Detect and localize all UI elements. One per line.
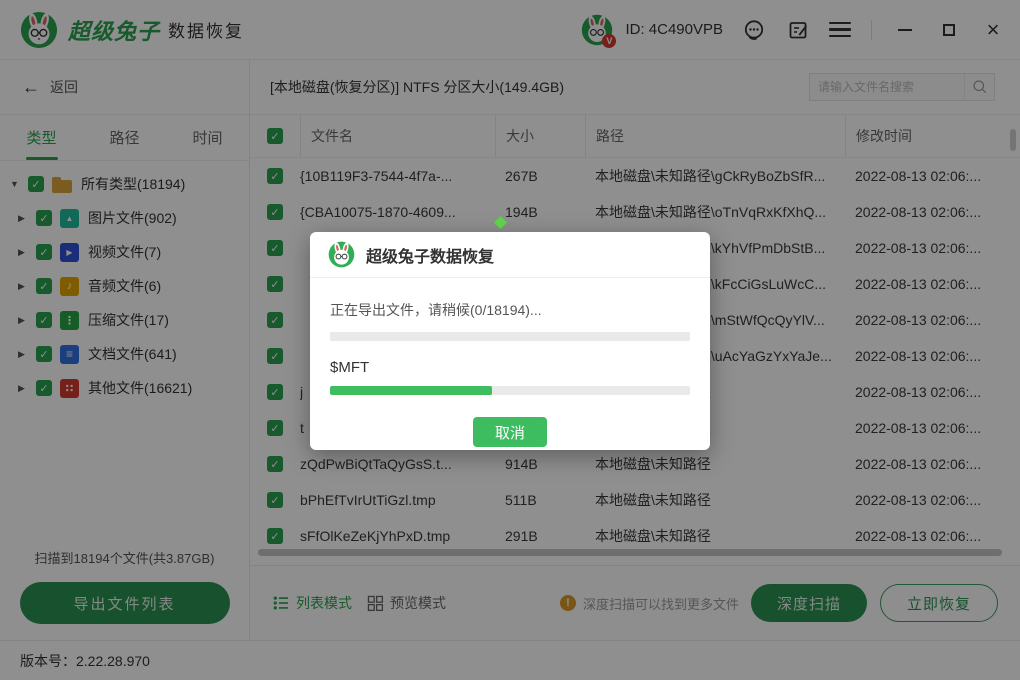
cancel-button[interactable]: 取消: [473, 417, 547, 447]
dialog-logo-rabbit-icon: [328, 241, 355, 268]
export-status-text: 正在导出文件，请稍候(0/18194)...: [330, 300, 690, 320]
overall-progress-bar: [330, 332, 690, 341]
dialog-header: 超级兔子数据恢复: [310, 232, 710, 278]
current-file-label: $MFT: [330, 359, 690, 376]
file-progress-bar: [330, 386, 690, 395]
file-progress-fill: [330, 386, 492, 395]
dialog-body: 正在导出文件，请稍候(0/18194)... $MFT 取消: [310, 300, 710, 447]
dialog-title: 超级兔子数据恢复: [366, 243, 494, 267]
export-progress-dialog: 超级兔子数据恢复 正在导出文件，请稍候(0/18194)... $MFT 取消: [310, 232, 710, 450]
